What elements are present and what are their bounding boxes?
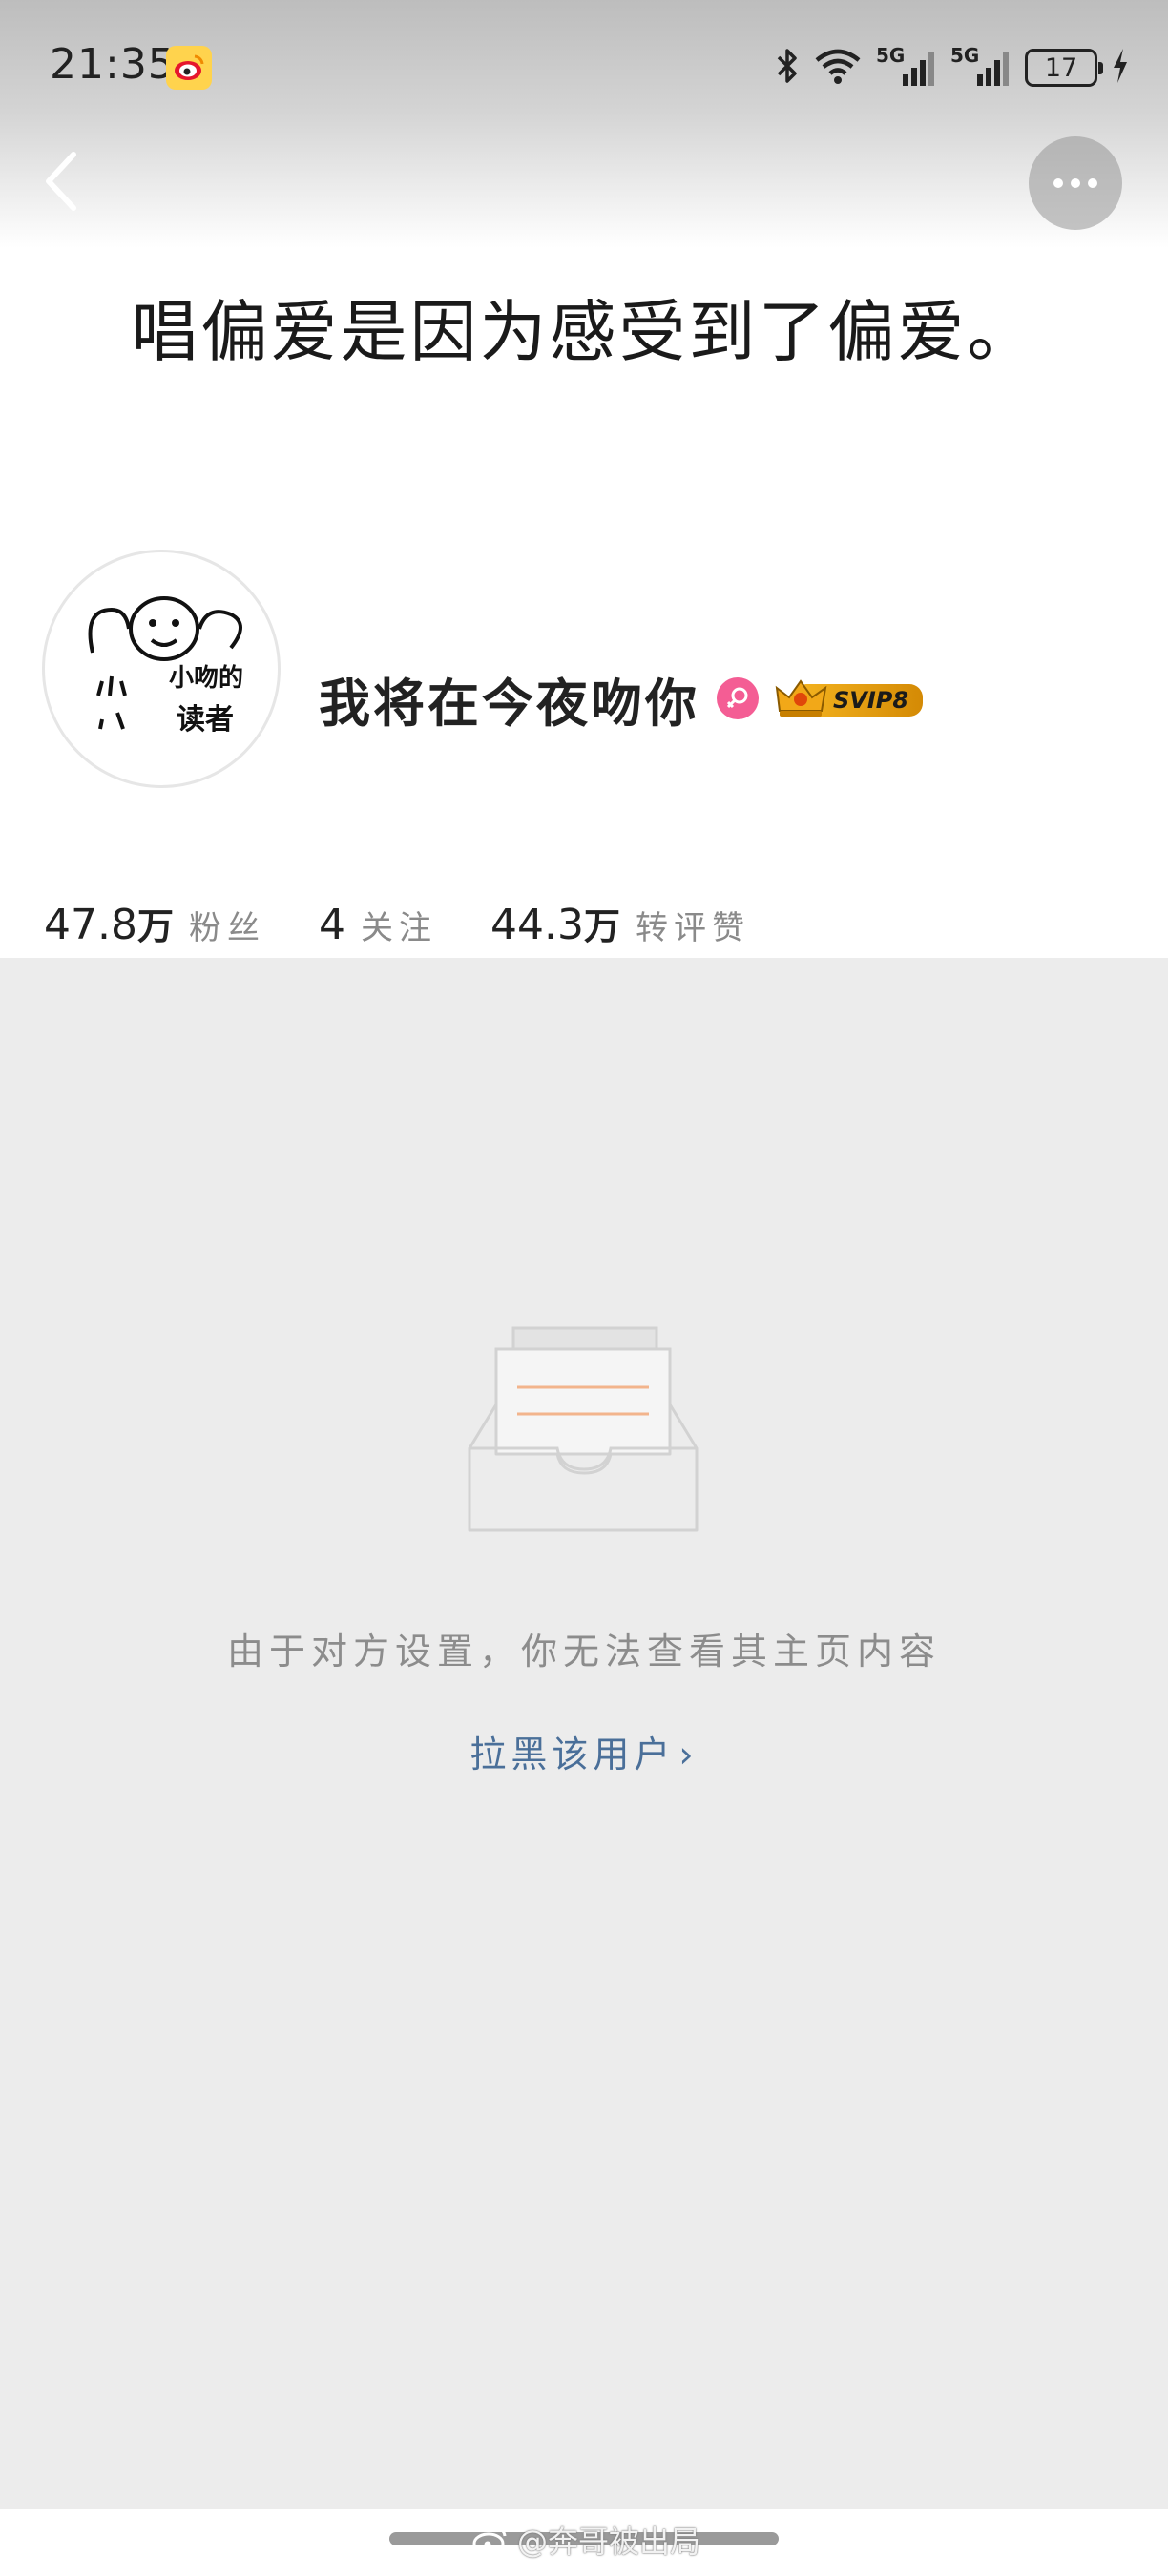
battery-level: 17 xyxy=(1044,52,1078,83)
nickname-row: 我将在今夜吻你 SVIP8 xyxy=(319,664,927,734)
crown-icon xyxy=(775,679,827,717)
signal-icon-sim1: 5G xyxy=(876,44,937,90)
block-user-label: 拉黑该用户 xyxy=(469,1734,676,1776)
more-options-button[interactable] xyxy=(1029,136,1122,230)
watermark-text: @奔哥被出局 xyxy=(517,2524,701,2560)
stat-following[interactable]: 4 关注 xyxy=(319,901,437,949)
svip-badge[interactable]: SVIP8 xyxy=(774,676,927,720)
stat-reposts-comments-likes[interactable]: 44.3 万 转评赞 xyxy=(490,897,750,949)
stat-label: 关注 xyxy=(360,909,437,947)
female-gender-icon xyxy=(717,677,759,719)
wifi-icon xyxy=(813,47,863,89)
avatar-text: 读者 xyxy=(177,703,234,737)
stat-followers[interactable]: 47.8 万 粉丝 xyxy=(44,897,265,949)
chevron-right-icon: › xyxy=(678,1734,699,1776)
more-dots-icon xyxy=(1053,178,1063,188)
nickname: 我将在今夜吻你 xyxy=(319,672,699,734)
avatar-drawing: 小吻的 读者 xyxy=(88,596,243,737)
profile-stats: 47.8 万 粉丝 4 关注 44.3 万 转评赞 xyxy=(44,897,803,954)
stat-unit: 万 xyxy=(136,904,174,947)
bluetooth-icon xyxy=(775,47,800,89)
chevron-left-icon xyxy=(46,152,76,211)
stat-label: 粉丝 xyxy=(188,909,265,947)
back-button[interactable] xyxy=(29,143,95,219)
watermark: @奔哥被出局 xyxy=(471,2519,700,2561)
signal-icon-sim2: 5G xyxy=(950,44,1012,90)
stat-unit: 万 xyxy=(583,904,620,947)
battery-icon: 17 xyxy=(1025,49,1103,87)
cover-text: 唱偏爱是因为感受到了偏爱。 xyxy=(131,293,1037,371)
empty-inbox-icon xyxy=(466,1322,702,1546)
status-icons: 5G 5G 17 xyxy=(775,44,1130,92)
privacy-message: 由于对方设置，你无法查看其主页内容 xyxy=(226,1631,941,1672)
weibo-logo-icon xyxy=(472,2525,507,2555)
stat-number: 4 xyxy=(318,901,345,949)
status-time: 21:35 xyxy=(50,40,176,89)
stat-number: 44.3 xyxy=(490,901,584,949)
profile-header: 21:35 5G 5G 17 唱偏爱是因为感受到了偏爱。 小吻的 读者 我将在今… xyxy=(0,0,1168,958)
avatar-text: 小吻的 xyxy=(169,663,243,693)
status-bar: 21:35 5G 5G 17 xyxy=(0,0,1168,134)
weibo-app-icon xyxy=(166,46,212,90)
stat-number: 47.8 xyxy=(44,901,137,949)
charging-icon xyxy=(1111,47,1130,89)
avatar[interactable]: 小吻的 读者 xyxy=(42,550,281,788)
stat-label: 转评赞 xyxy=(635,909,750,947)
block-user-link[interactable]: 拉黑该用户 › xyxy=(0,1725,1168,1777)
